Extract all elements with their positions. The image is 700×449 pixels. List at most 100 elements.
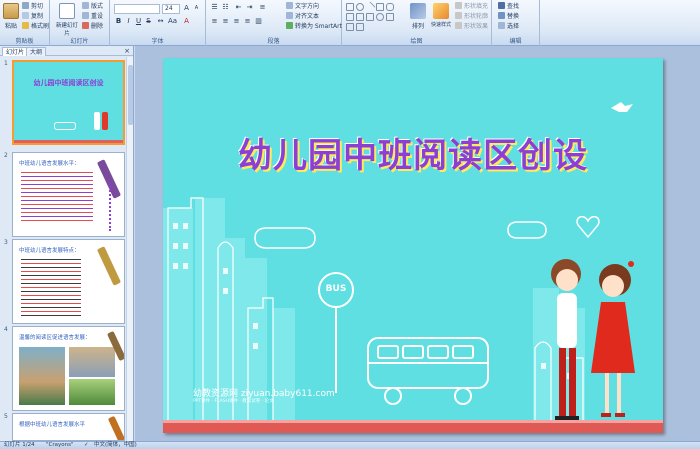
- align-text-icon: [286, 12, 293, 19]
- numbering-icon[interactable]: ☷: [221, 3, 230, 12]
- arrow-shape-icon[interactable]: [346, 13, 354, 21]
- star-shape-icon[interactable]: [356, 13, 364, 21]
- quick-styles-button[interactable]: 快速样式: [430, 3, 452, 28]
- flowchart-shape-icon[interactable]: [346, 23, 354, 31]
- paste-button[interactable]: 粘贴: [3, 3, 19, 30]
- align-right-icon[interactable]: ≡: [232, 17, 241, 26]
- thumbnail-title: 中班幼儿语言发展特点：: [19, 248, 80, 254]
- font-color-icon[interactable]: A: [182, 17, 191, 26]
- format-painter-button[interactable]: 格式刷: [22, 22, 49, 31]
- slide-editing-area: BUS 幼儿园中班阅读区创设 幼教资源网 ziyuan.baby611.com …: [135, 46, 700, 441]
- current-slide[interactable]: BUS 幼儿园中班阅读区创设 幼教资源网 ziyuan.baby611.com …: [163, 58, 663, 433]
- more-shapes-icon[interactable]: [356, 23, 364, 31]
- line-shape-icon[interactable]: [364, 1, 376, 13]
- grow-font-icon[interactable]: A: [182, 4, 191, 13]
- slide-thumbnail-2[interactable]: 中班幼儿语言发展水平：: [12, 152, 125, 237]
- thumbnail-bus-illustration: [54, 122, 76, 130]
- smartart-button[interactable]: 转换为 SmartArt: [286, 22, 342, 31]
- callout-shape-icon[interactable]: [366, 13, 374, 21]
- slide-title[interactable]: 幼儿园中班阅读区创设: [163, 128, 663, 177]
- brace-shape-icon[interactable]: [386, 13, 394, 21]
- pen-icon: [455, 12, 462, 19]
- new-slide-button[interactable]: 新建幻灯片: [56, 3, 78, 37]
- arrange-button[interactable]: 排列: [408, 3, 428, 30]
- slide-number: 5: [4, 413, 8, 420]
- quick-styles-icon: [433, 3, 449, 19]
- align-center-icon[interactable]: ≡: [221, 17, 230, 26]
- watermark-subtext: PPT课件 · FLASH课件 · 教案试卷 · 论文: [193, 399, 274, 404]
- align-left-icon[interactable]: ≡: [210, 17, 219, 26]
- line-spacing-icon[interactable]: ≡: [258, 3, 267, 12]
- char-spacing-icon[interactable]: ↔: [156, 17, 165, 26]
- rectangle-shape-icon[interactable]: [346, 3, 354, 11]
- columns-icon[interactable]: ▥: [254, 17, 263, 26]
- slide-thumbnail-4[interactable]: 温馨的阅读区促进语言发展：: [12, 326, 125, 411]
- shape-outline-button[interactable]: 形状轮廓: [455, 12, 488, 21]
- slides-panel: 幻灯片 大纲 × 1 幼儿园中班阅读区创设 2 中班幼儿语言发展水平： 3 中班…: [0, 46, 134, 441]
- replace-icon: [498, 12, 505, 19]
- smiley-shape-icon[interactable]: [376, 13, 384, 21]
- italic-icon[interactable]: I: [124, 17, 133, 26]
- replace-button[interactable]: 替换: [498, 12, 519, 21]
- delete-slide-button[interactable]: 删除: [82, 22, 103, 31]
- align-text-button[interactable]: 对齐文本: [286, 12, 319, 21]
- decrease-indent-icon[interactable]: ⇤: [234, 3, 243, 12]
- ground-highlight: [163, 420, 663, 423]
- paragraph-group: ☰ ☷ ⇤ ⇥ ≡ ≡ ≡ ≡ ≡ ▥ 文字方向 对齐文本 转换为 SmartA…: [206, 0, 342, 46]
- rounded-rect-shape-icon[interactable]: [386, 3, 394, 11]
- slide-thumbnail-5[interactable]: 根据中班幼儿语言发展水平: [12, 413, 125, 441]
- paragraph-group-label: 段落: [267, 38, 280, 45]
- close-icon[interactable]: ×: [124, 47, 130, 55]
- shape-fill-button[interactable]: 形状填充: [455, 2, 488, 11]
- clipboard-group-label: 剪贴板: [15, 38, 34, 45]
- slide-number: 4: [4, 326, 8, 333]
- justify-icon[interactable]: ≡: [243, 17, 252, 26]
- thumbnail-photo: [69, 347, 115, 377]
- heart-icon: [576, 215, 600, 239]
- triangle-shape-icon[interactable]: [376, 3, 384, 11]
- font-name-combo[interactable]: [114, 4, 160, 14]
- change-case-icon[interactable]: Aa: [168, 17, 177, 26]
- oval-shape-icon[interactable]: [356, 3, 364, 11]
- underline-icon[interactable]: U: [134, 17, 143, 26]
- new-slide-icon: [59, 3, 75, 19]
- slide-illustration: [163, 102, 663, 433]
- tab-outline[interactable]: 大纲: [26, 47, 47, 56]
- smartart-icon: [286, 22, 293, 29]
- copy-icon: [22, 12, 29, 19]
- spellcheck-icon[interactable]: ✓: [84, 442, 89, 449]
- layout-button[interactable]: 版式: [82, 2, 103, 11]
- panel-scrollbar[interactable]: [126, 57, 133, 441]
- cursor-icon: [498, 22, 505, 29]
- brush-icon: [22, 22, 29, 29]
- select-button[interactable]: 选择: [498, 22, 519, 31]
- cut-button[interactable]: 剪切: [22, 2, 43, 11]
- shape-effects-button[interactable]: 形状效果: [455, 22, 488, 31]
- language-indicator[interactable]: 中文(简体，中国): [94, 442, 137, 449]
- reset-button[interactable]: 重设: [82, 12, 103, 21]
- bus-illustration: [367, 337, 489, 405]
- font-size-combo[interactable]: 24: [162, 4, 180, 14]
- status-bar: 幻灯片 1/24 "Crayons" ✓ 中文(简体，中国): [0, 441, 700, 449]
- scrollbar-thumb[interactable]: [128, 65, 133, 125]
- thumbnail-girl-illustration: [102, 112, 108, 130]
- paint-bucket-icon: [455, 2, 462, 9]
- font-group: 24 A A B I U S ↔ Aa A 字体: [110, 0, 206, 46]
- drawing-group: 排列 快速样式 形状填充 形状轮廓 形状效果 绘图: [342, 0, 492, 46]
- bird-icon: [611, 102, 633, 112]
- drawing-group-label: 绘图: [410, 38, 423, 45]
- bold-icon[interactable]: B: [114, 17, 123, 26]
- delete-icon: [82, 22, 89, 29]
- bullets-icon[interactable]: ☰: [210, 3, 219, 12]
- binoculars-icon: [498, 2, 505, 9]
- tab-slides[interactable]: 幻灯片: [2, 47, 29, 56]
- text-direction-button[interactable]: 文字方向: [286, 2, 319, 11]
- copy-button[interactable]: 复制: [22, 12, 43, 21]
- increase-indent-icon[interactable]: ⇥: [245, 3, 254, 12]
- slide-thumbnail-3[interactable]: 中班幼儿语言发展特点：: [12, 239, 125, 324]
- slide-thumbnail-1[interactable]: 幼儿园中班阅读区创设: [12, 60, 125, 145]
- layout-icon: [82, 2, 89, 9]
- strikethrough-icon[interactable]: S: [144, 17, 153, 26]
- shrink-font-icon[interactable]: A: [192, 4, 201, 13]
- find-button[interactable]: 查找: [498, 2, 519, 11]
